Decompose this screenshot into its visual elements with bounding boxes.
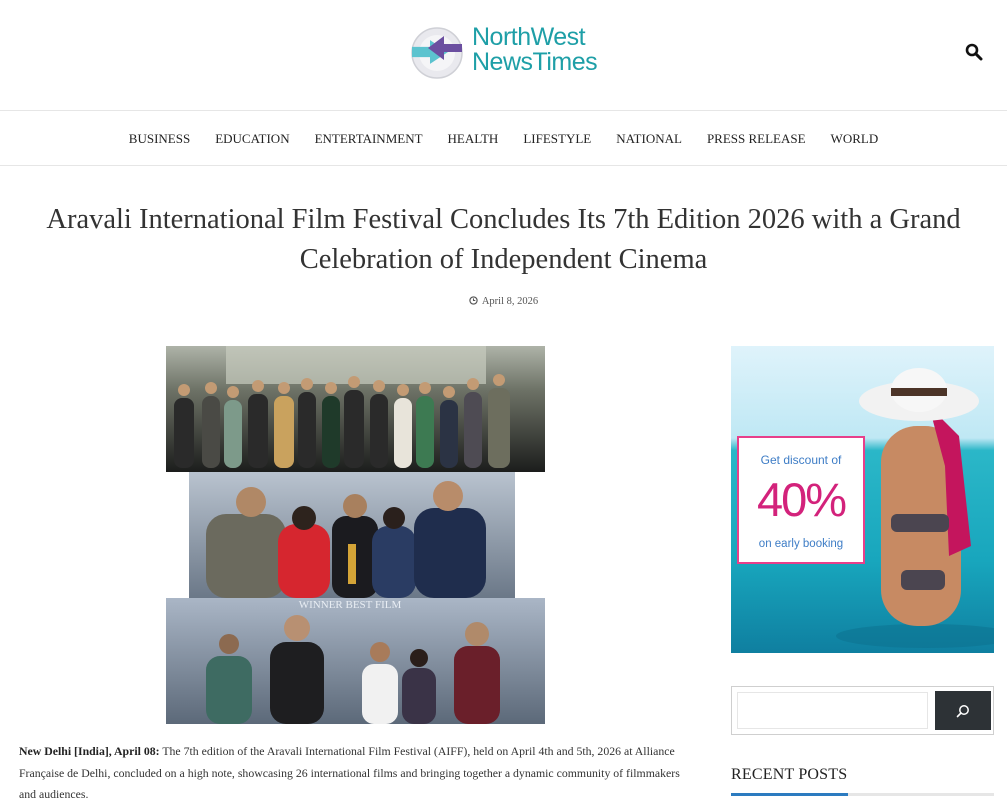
logo-text-newstimes: NewsTimes	[472, 48, 598, 76]
ad-line-1: Get discount of	[760, 453, 842, 467]
image-banner-text: WINNER BEST FILM	[299, 599, 402, 611]
article-body: New Delhi [India], April 08: The 7th edi…	[19, 741, 691, 806]
site-header: NorthWest NewsTimes	[0, 0, 1007, 111]
site-logo[interactable]: NorthWest NewsTimes	[408, 24, 608, 82]
article-featured-image: WINNER BEST FILM	[166, 346, 545, 724]
sidebar-search-button[interactable]	[935, 691, 991, 730]
sidebar-ad-banner[interactable]: Get discount of 40% on early booking	[731, 346, 994, 653]
nav-item-national[interactable]: NATIONAL	[604, 131, 695, 147]
article-dateline: New Delhi [India], April 08:	[19, 744, 160, 758]
ad-line-3: on early booking	[758, 538, 844, 550]
main-navigation: BUSINESS EDUCATION ENTERTAINMENT HEALTH …	[0, 112, 1007, 166]
article-meta: April 8, 2026	[0, 296, 1007, 307]
nav-item-health[interactable]: HEALTH	[435, 131, 511, 147]
nav-item-education[interactable]: EDUCATION	[203, 131, 302, 147]
nav-item-lifestyle[interactable]: LIFESTYLE	[511, 131, 604, 147]
nav-item-entertainment[interactable]: ENTERTAINMENT	[302, 131, 435, 147]
search-icon[interactable]	[965, 43, 983, 61]
logo-text-northwest: NorthWest	[472, 23, 586, 51]
logo-globe-icon	[411, 27, 463, 79]
search-icon	[956, 704, 969, 717]
recent-posts-underline	[731, 793, 994, 796]
nav-item-press-release[interactable]: PRESS RELEASE	[694, 131, 818, 147]
nav-item-business[interactable]: BUSINESS	[116, 131, 202, 147]
ad-discount-card: Get discount of 40% on early booking	[737, 436, 865, 564]
sidebar-search-widget	[731, 686, 994, 735]
clock-icon	[469, 296, 478, 305]
article-date: April 8, 2026	[481, 296, 539, 307]
recent-posts-heading: RECENT POSTS	[731, 766, 848, 783]
nav-item-world[interactable]: WORLD	[818, 131, 891, 147]
ad-discount-value: 40%	[756, 473, 847, 526]
article-title: Aravali International Film Festival Conc…	[46, 204, 961, 275]
sidebar-search-input[interactable]	[737, 692, 928, 729]
